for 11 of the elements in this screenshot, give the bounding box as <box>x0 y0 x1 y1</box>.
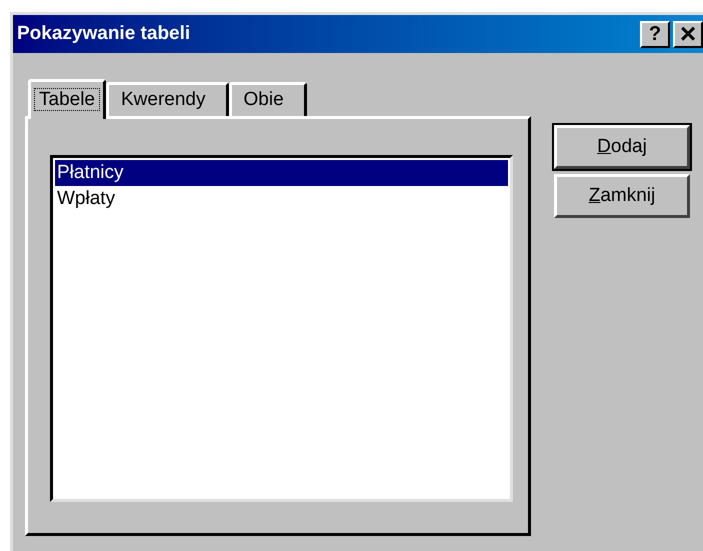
tab[interactable]: Obie <box>228 82 307 116</box>
close-button[interactable]: × <box>673 20 703 48</box>
tab[interactable]: Tabele <box>28 79 106 119</box>
dialog-button[interactable]: Zamknij <box>554 174 690 218</box>
tab[interactable]: Kwerendy <box>106 82 228 116</box>
list-item[interactable]: Wpłaty <box>55 186 508 212</box>
help-button[interactable]: ? <box>640 20 670 48</box>
list-box[interactable]: Płatnicy Wpłaty <box>50 155 513 502</box>
window-title: Pokazywanie tabeli <box>16 22 190 46</box>
dialog-button[interactable]: Dodaj <box>554 125 690 169</box>
list-item[interactable]: Płatnicy <box>55 160 508 186</box>
